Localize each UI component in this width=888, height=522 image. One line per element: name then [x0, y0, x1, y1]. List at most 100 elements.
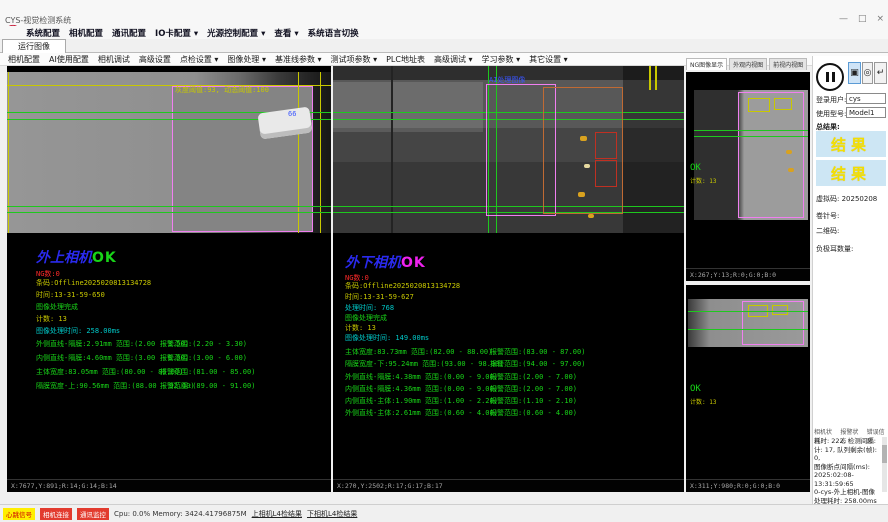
menu-view[interactable]: 查看 ▾ [274, 27, 298, 39]
tab-front-view[interactable]: 前视内视图 [769, 58, 807, 70]
thumb-count: 计数: 13 [690, 399, 716, 407]
target-view-button[interactable]: ◎ [862, 62, 873, 84]
time-text: 时间:13-31-59-627 [345, 293, 414, 301]
bright-fleck [584, 164, 590, 168]
alarm-range: 报警范围:(81.00 - 85.00) [160, 368, 255, 376]
camera-name: 外下相机 [345, 255, 401, 271]
tool-advanced-settings[interactable]: 高级设置 [139, 54, 171, 65]
cpu-memory-text: Cpu: 0.0% Memory: 3424.41796875M [114, 510, 247, 518]
measure-line-green [694, 136, 808, 137]
baseline-yellow [7, 85, 331, 86]
lower-camera-pixel-readout: X:270,Y:2502;R:17;G:17;B:17 [333, 479, 684, 492]
result-display-lower: 结果 [816, 160, 886, 186]
menu-camera-config[interactable]: 相机配置 [69, 27, 103, 39]
sidebar-log-text: 耗时: 222, 检测间隔: 计: 17, 队列剩余(帧): 0, 图像断点间隔… [814, 437, 880, 505]
alarm-range: 报警范围:(2.00 - 7.00) [490, 385, 577, 393]
lower-camera-view[interactable]: AI处理图像 外下相机OK NG数:0 条码:Offline2025020813… [333, 66, 684, 479]
anode-tab-count-label: 负极耳数量: [816, 244, 853, 254]
barcode-text: 条码:Offline2025020813134728 [345, 282, 460, 290]
tool-image-process[interactable]: 图像处理 ▾ [227, 54, 266, 65]
tool-baseline-params[interactable]: 基准线参数 ▾ [275, 54, 322, 65]
menu-bar: 系统配置 相机配置 通讯配置 IO卡配置 ▾ 光源控制配置 ▾ 查看 ▾ 系统语… [0, 26, 888, 39]
thumbnail-tabs: NG图像显示 外观内视图 前视内视图 [686, 56, 812, 70]
alarm-range: 报警范围:(3.00 - 6.00) [160, 354, 247, 362]
pause-icon [826, 72, 829, 82]
upper-camera-pixel-readout: X:7677,Y:891;R:14;G:14;B:14 [7, 479, 331, 492]
thumb-lower-pixel-readout: X:311;Y:980;R:0;G:0;B:0 [686, 479, 810, 492]
alarm-range: 报警范围:(1.10 - 2.10) [490, 397, 577, 405]
measure-line-green [694, 130, 808, 131]
tool-advanced-debug[interactable]: 高级调试 ▾ [434, 54, 473, 65]
bright-fleck [580, 136, 587, 141]
ng-count: NG数:0 [36, 270, 60, 278]
dark-zone [623, 66, 684, 233]
pixel-coords: X:7677,Y:891;R:14;G:14;B:14 [11, 482, 117, 490]
login-user-input[interactable]: cys [846, 93, 886, 104]
thumbnail-lower[interactable]: OK 计数: 13 [686, 285, 810, 479]
camera-name: 外上相机 [36, 250, 92, 266]
status-ok: OK [92, 250, 117, 266]
minimize-icon[interactable]: — [839, 14, 848, 24]
tool-plc-table[interactable]: PLC地址表 [386, 54, 425, 65]
measurement-row: 内侧直线-主体:1.90mm 范围:(1.00 - 2.20) [345, 397, 498, 405]
measurement-row: 外侧直线-隔膜:4.38mm 范围:(0.00 - 9.00) [345, 373, 498, 381]
alarm-range: 报警范围:(89.00 - 91.00) [160, 382, 255, 390]
upper-camera-result-link[interactable]: 上相机L4检结果 [252, 509, 302, 519]
pause-button[interactable] [816, 63, 844, 91]
virtual-code-caption: 虚拟码: [816, 195, 839, 203]
threshold-label: 灰度阈值:93, 动态阈值:100 [175, 86, 269, 94]
process-done-text: 图像处理完成 [36, 303, 78, 311]
measure-line-green [7, 212, 331, 213]
image-view-button[interactable]: ▣ [848, 62, 861, 84]
tool-spot-check[interactable]: 点检设置 ▾ [180, 54, 219, 65]
thumb-status: OK [690, 385, 701, 393]
scrollbar-thumb[interactable] [882, 445, 887, 463]
alarm-range: 报警范围:(0.60 - 4.00) [490, 409, 577, 417]
needle-number-label: 卷针号: [816, 211, 839, 221]
alarm-range: 报警范围:(83.00 - 87.00) [490, 348, 585, 356]
menu-io-config[interactable]: IO卡配置 ▾ [155, 27, 198, 39]
pixel-coords: X:311;Y:980;R:0;G:0;B:0 [690, 482, 780, 490]
target-icon: ◎ [864, 68, 872, 78]
menu-light-config[interactable]: 光源控制配置 ▾ [207, 27, 265, 39]
model-input[interactable]: Model1 [846, 107, 886, 118]
tool-other-settings[interactable]: 其它设置 ▾ [529, 54, 568, 65]
thumbnail-upper[interactable]: OK 计数: 13 [686, 72, 810, 268]
tool-ai-config[interactable]: AI使用配置 [49, 54, 89, 65]
image-icon: ▣ [850, 68, 859, 78]
tool-camera-debug[interactable]: 相机调试 [98, 54, 130, 65]
lower-camera-result-link[interactable]: 下相机L4检结果 [307, 509, 357, 519]
tool-test-params[interactable]: 测试项参数 ▾ [331, 54, 378, 65]
tab-strip [0, 39, 888, 53]
thumb-status: OK [690, 164, 701, 172]
camera-link-badge: 相机连接 [40, 508, 72, 520]
tab-outer-view[interactable]: 外观内视图 [729, 58, 767, 70]
comm-monitor-badge: 通讯监控 [77, 508, 109, 520]
menu-comm-config[interactable]: 通讯配置 [112, 27, 146, 39]
upper-camera-view[interactable]: 灰度阈值:93, 动态阈值:100 66 外上相机OK NG数:0 条码:Off… [7, 66, 331, 479]
roi-rect-yellow [748, 98, 770, 112]
lower-camera-result-title: 外下相机OK [345, 256, 426, 271]
tool-learn-params[interactable]: 学习参数 ▾ [482, 54, 521, 65]
measurement-row: 内侧直线-隔膜:4.36mm 范围:(0.00 - 9.00) [345, 385, 498, 393]
process-done-text: 图像处理完成 [345, 314, 387, 322]
process-time-text: 图像处理时间: 258.00ms [36, 327, 120, 335]
tab-run-image[interactable]: 运行图像 [2, 39, 66, 53]
sidebar-scrollbar[interactable] [882, 437, 887, 492]
machine-seam [391, 66, 393, 233]
return-button[interactable]: ↵ [874, 62, 887, 84]
tab-ng-image[interactable]: NG图像显示 [686, 58, 727, 70]
menu-language[interactable]: 系统语言切换 [308, 27, 359, 39]
edge-line-yellow [8, 72, 9, 233]
measurement-row: 主体宽度:83.73mm 范围:(82.00 - 88.00) [345, 348, 492, 356]
roi-rect-red [595, 160, 617, 187]
menu-system-config[interactable]: 系统配置 [26, 27, 60, 39]
close-icon[interactable]: × [876, 14, 884, 24]
maximize-icon[interactable]: □ [858, 14, 867, 24]
bright-fleck [788, 168, 794, 172]
measurement-row: 外侧直线-主体:2.61mm 范围:(0.60 - 4.00) [345, 409, 498, 417]
tool-camera-config[interactable]: 相机配置 [8, 54, 40, 65]
status-bar: 心跳信号 相机连接 通讯监控 Cpu: 0.0% Memory: 3424.41… [0, 504, 888, 522]
edge-line-yellow [655, 66, 657, 90]
measure-line-green [688, 311, 808, 312]
